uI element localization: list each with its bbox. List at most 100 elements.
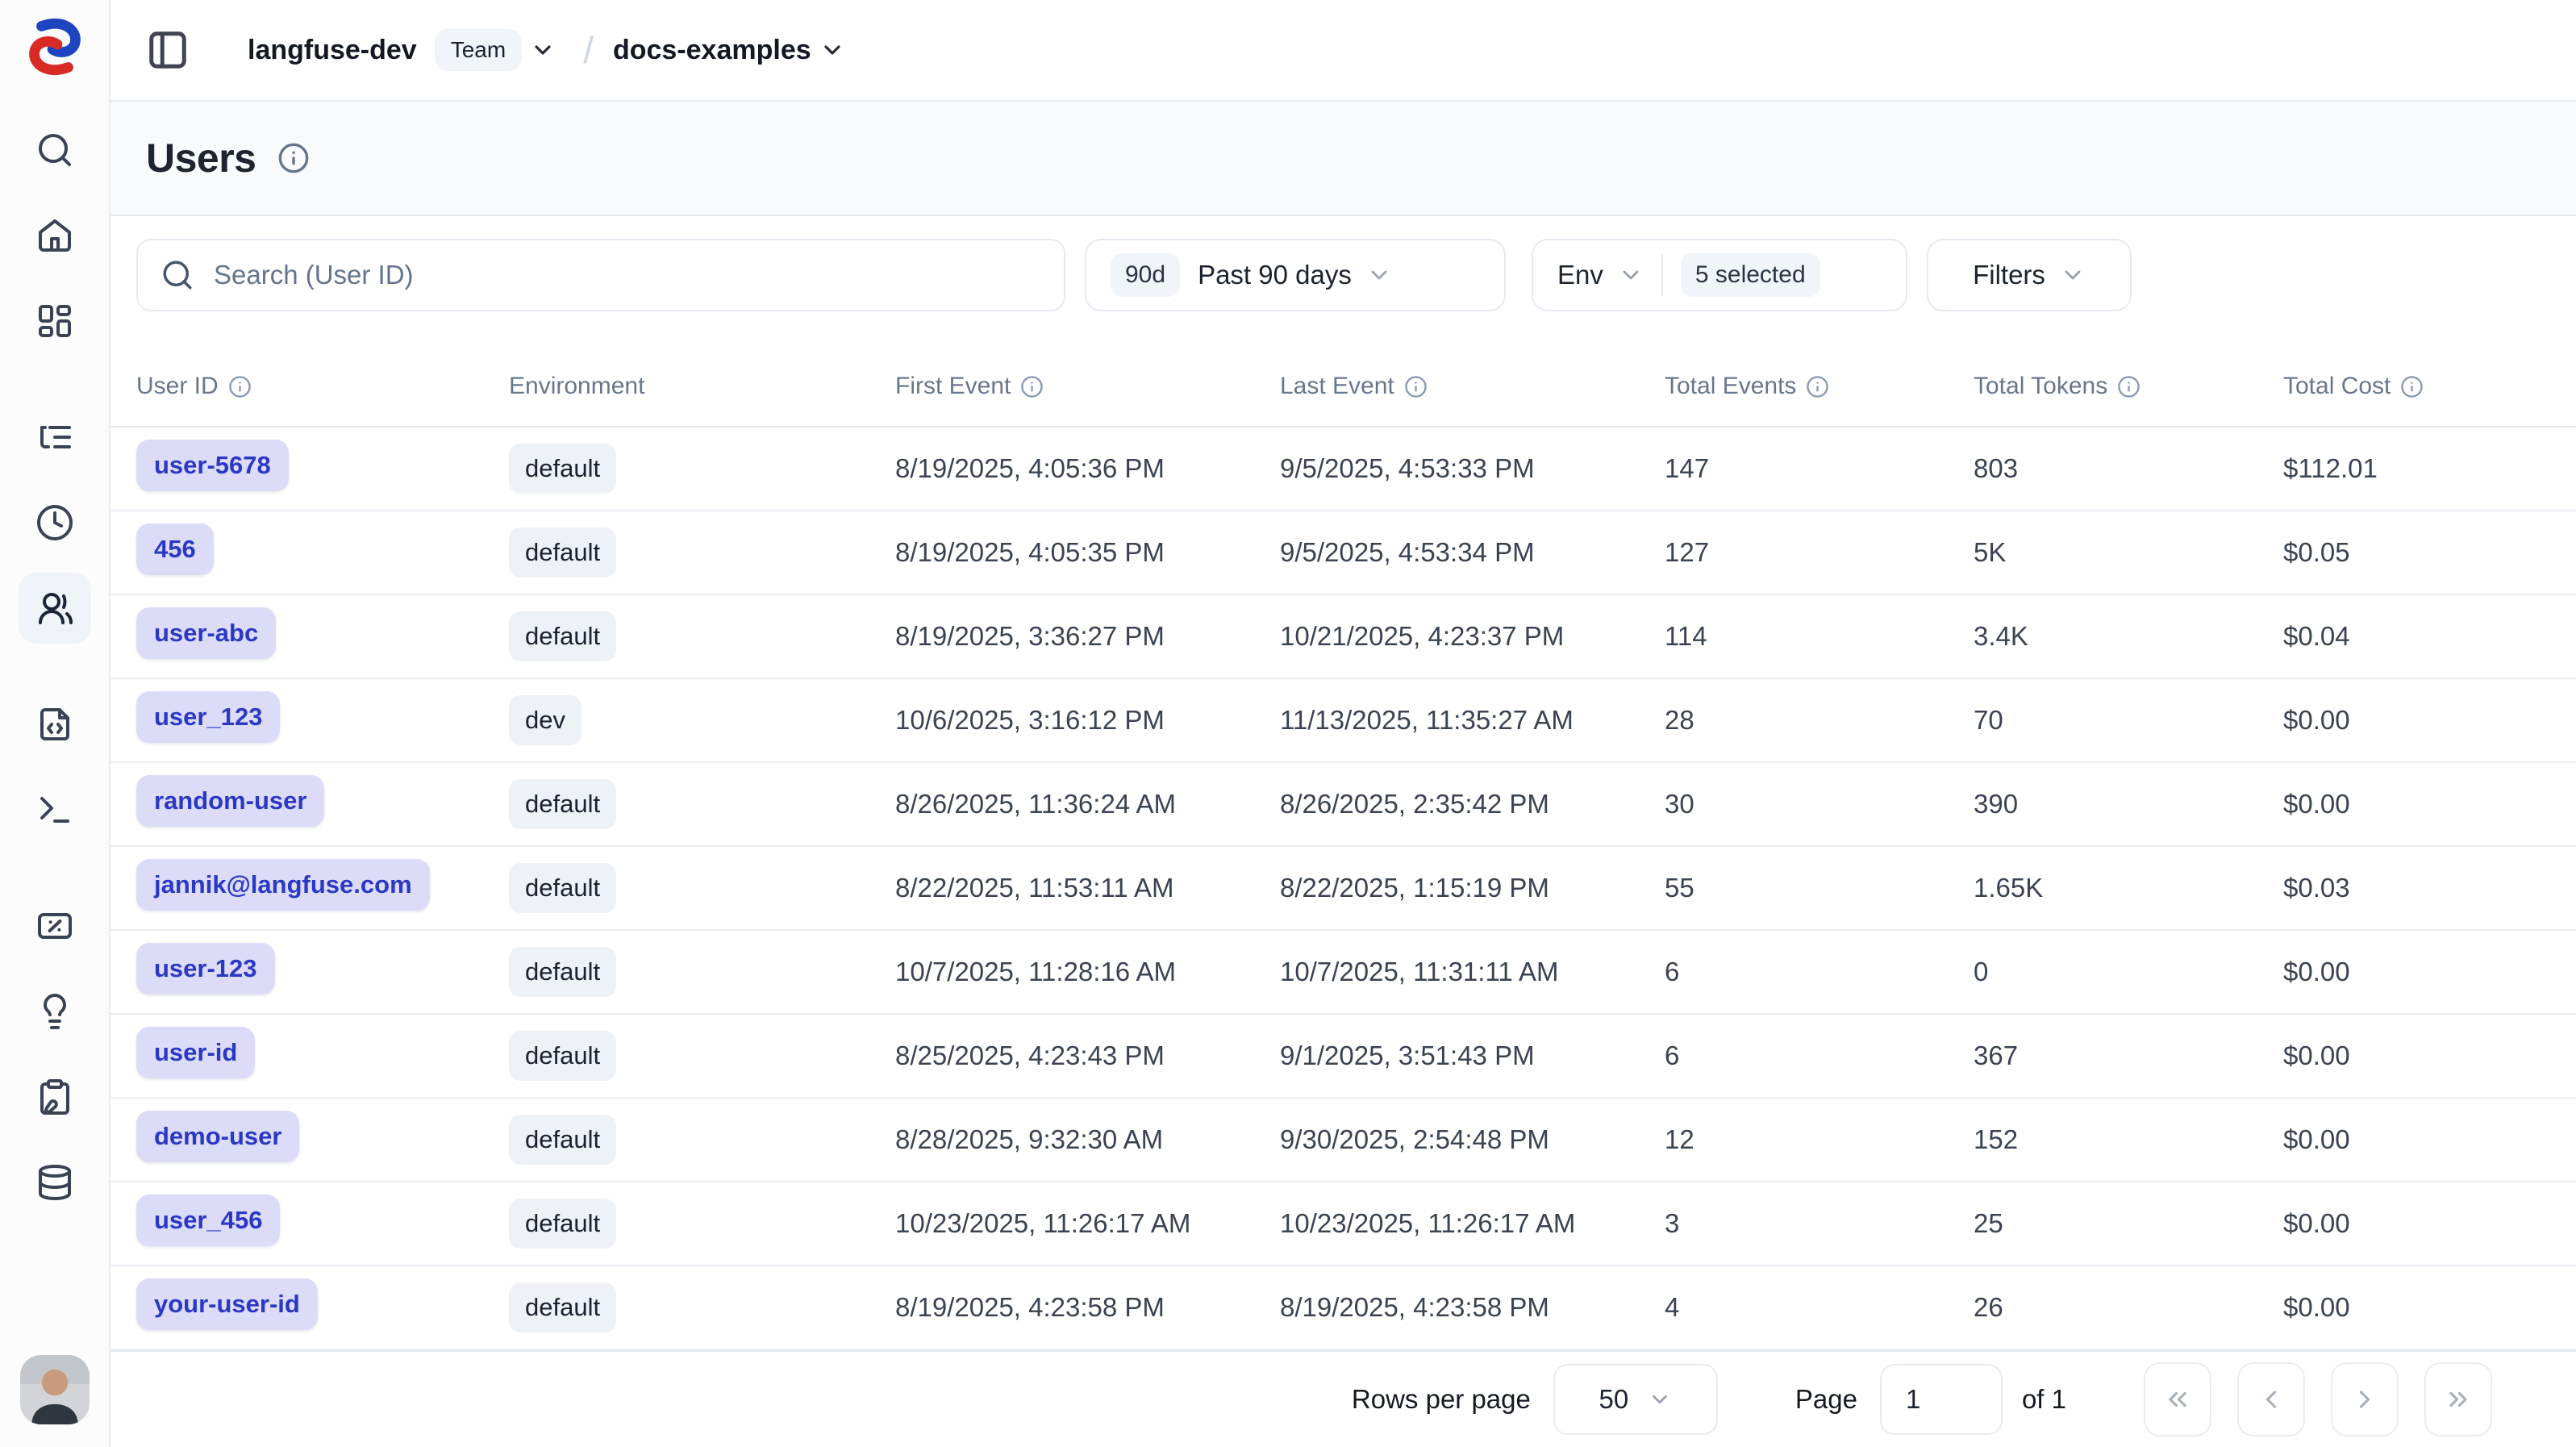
last-event-cell: 8/26/2025, 2:35:42 PM bbox=[1280, 789, 1665, 819]
column-header-label: Total Cost bbox=[2283, 373, 2391, 400]
column-header[interactable]: Total Tokens bbox=[1974, 373, 2283, 400]
column-header[interactable]: Total Events bbox=[1665, 373, 1974, 400]
date-range-button[interactable]: 90d Past 90 days bbox=[1085, 239, 1506, 311]
table-row[interactable]: your-user-id default 8/19/2025, 4:23:58 … bbox=[110, 1266, 2576, 1350]
org-switcher-button[interactable] bbox=[530, 37, 556, 63]
column-header-label: First Event bbox=[895, 373, 1011, 400]
filters-button[interactable]: Filters bbox=[1927, 239, 2132, 311]
org-name[interactable]: langfuse-dev bbox=[248, 35, 417, 66]
sidebar-item-users[interactable] bbox=[19, 573, 91, 644]
env-filter-button[interactable]: Env 5 selected bbox=[1532, 239, 1907, 311]
table-row[interactable]: user_123 dev 10/6/2025, 3:16:12 PM 11/13… bbox=[110, 679, 2576, 763]
previous-page-button[interactable] bbox=[2237, 1362, 2305, 1437]
environment-badge: default bbox=[509, 528, 616, 578]
user-id-badge[interactable]: demo-user bbox=[136, 1111, 299, 1162]
info-icon[interactable] bbox=[1806, 375, 1829, 398]
user-id-cell: demo-user bbox=[136, 1111, 509, 1169]
first-event-cell: 10/6/2025, 3:16:12 PM bbox=[895, 705, 1280, 736]
org-plan-badge: Team bbox=[435, 29, 522, 71]
user-id-badge[interactable]: jannik@langfuse.com bbox=[136, 859, 430, 911]
total-cost-cell: $0.00 bbox=[2283, 1040, 2550, 1071]
table-row[interactable]: user_456 default 10/23/2025, 11:26:17 AM… bbox=[110, 1182, 2576, 1266]
table-row[interactable]: jannik@langfuse.com default 8/22/2025, 1… bbox=[110, 847, 2576, 931]
sidebar-item-search[interactable] bbox=[19, 115, 91, 186]
info-icon[interactable] bbox=[1404, 375, 1428, 398]
total-events-cell: 4 bbox=[1665, 1292, 1974, 1323]
column-header-label: Total Events bbox=[1665, 373, 1796, 400]
info-icon[interactable] bbox=[228, 375, 252, 398]
info-icon[interactable] bbox=[2117, 375, 2140, 398]
total-cost-cell: $0.00 bbox=[2283, 789, 2550, 819]
sidebar-item-playground[interactable] bbox=[19, 774, 91, 845]
user-id-badge[interactable]: user-123 bbox=[136, 943, 275, 995]
first-event-cell: 8/19/2025, 3:36:27 PM bbox=[895, 621, 1280, 652]
environment-badge: default bbox=[509, 947, 616, 997]
sidebar-item-dashboards[interactable] bbox=[19, 286, 91, 357]
langfuse-logo[interactable] bbox=[24, 16, 85, 77]
user-id-badge[interactable]: your-user-id bbox=[136, 1278, 318, 1330]
user-avatar[interactable] bbox=[20, 1355, 90, 1424]
search-icon bbox=[160, 258, 194, 292]
user-id-badge[interactable]: user-id bbox=[136, 1027, 255, 1078]
first-page-button[interactable] bbox=[2144, 1362, 2211, 1437]
table-row[interactable]: user-123 default 10/7/2025, 11:28:16 AM … bbox=[110, 931, 2576, 1015]
rows-per-page-select[interactable]: 50 bbox=[1553, 1364, 1718, 1435]
sidebar-item-tracing[interactable] bbox=[19, 402, 91, 473]
last-page-button[interactable] bbox=[2424, 1362, 2492, 1437]
table-row[interactable]: user-id default 8/25/2025, 4:23:43 PM 9/… bbox=[110, 1015, 2576, 1099]
sidebar-item-datasets[interactable] bbox=[19, 1147, 91, 1218]
sidebar-item-prompts[interactable] bbox=[19, 689, 91, 760]
info-icon[interactable] bbox=[2400, 375, 2424, 398]
total-cost-cell: $0.00 bbox=[2283, 957, 2550, 987]
page-title-info-icon[interactable] bbox=[277, 142, 310, 174]
column-header[interactable]: First Event bbox=[895, 373, 1280, 400]
sidebar-item-sessions[interactable] bbox=[19, 487, 91, 558]
total-cost-cell: $0.00 bbox=[2283, 1292, 2550, 1323]
user-id-badge[interactable]: 456 bbox=[136, 523, 214, 575]
project-name[interactable]: docs-examples bbox=[613, 35, 811, 66]
column-header-label: Last Event bbox=[1280, 373, 1394, 400]
table-row[interactable]: 456 default 8/19/2025, 4:05:35 PM 9/5/20… bbox=[110, 511, 2576, 595]
column-header[interactable]: Last Event bbox=[1280, 373, 1665, 400]
user-id-badge[interactable]: user-5678 bbox=[136, 440, 289, 491]
sidebar-item-home[interactable] bbox=[19, 200, 91, 271]
sidebar-toggle-button[interactable] bbox=[146, 28, 190, 72]
info-icon[interactable] bbox=[1020, 375, 1044, 398]
user-id-badge[interactable]: random-user bbox=[136, 775, 324, 827]
column-header-label: User ID bbox=[136, 373, 219, 400]
user-id-badge[interactable]: user_123 bbox=[136, 691, 280, 743]
column-header[interactable]: User ID bbox=[136, 373, 509, 400]
environment-cell: default bbox=[509, 863, 895, 913]
total-events-cell: 6 bbox=[1665, 1040, 1974, 1071]
last-event-cell: 9/1/2025, 3:51:43 PM bbox=[1280, 1040, 1665, 1071]
sidebar-item-scores[interactable] bbox=[19, 890, 91, 961]
last-event-cell: 11/13/2025, 11:35:27 AM bbox=[1280, 705, 1665, 736]
user-id-cell: user_123 bbox=[136, 691, 509, 749]
sidebar-item-evaluation[interactable] bbox=[19, 976, 91, 1047]
sidebar-item-annotation[interactable] bbox=[19, 1061, 91, 1132]
next-page-button[interactable] bbox=[2331, 1362, 2399, 1437]
user-id-badge[interactable]: user-abc bbox=[136, 607, 276, 659]
table-row[interactable]: demo-user default 8/28/2025, 9:32:30 AM … bbox=[110, 1099, 2576, 1182]
table-row[interactable]: random-user default 8/26/2025, 11:36:24 … bbox=[110, 763, 2576, 847]
column-header[interactable]: Total Cost bbox=[2283, 373, 2550, 400]
environment-cell: default bbox=[509, 1031, 895, 1081]
user-id-badge[interactable]: user_456 bbox=[136, 1195, 280, 1246]
last-event-cell: 8/22/2025, 1:15:19 PM bbox=[1280, 873, 1665, 903]
file-code-icon bbox=[35, 705, 74, 744]
project-switcher-button[interactable] bbox=[819, 37, 845, 63]
search-input[interactable] bbox=[214, 260, 1041, 290]
table-row[interactable]: user-5678 default 8/19/2025, 4:05:36 PM … bbox=[110, 427, 2576, 511]
total-cost-cell: $0.00 bbox=[2283, 705, 2550, 736]
page-count-label: of 1 bbox=[2022, 1384, 2066, 1415]
column-header[interactable]: Environment bbox=[509, 373, 895, 400]
page-number-input[interactable] bbox=[1880, 1364, 2003, 1435]
table-row[interactable]: user-abc default 8/19/2025, 3:36:27 PM 1… bbox=[110, 595, 2576, 679]
environment-cell: default bbox=[509, 947, 895, 997]
clipboard-pen-icon bbox=[35, 1078, 74, 1116]
total-tokens-cell: 367 bbox=[1974, 1040, 2283, 1071]
first-event-cell: 8/26/2025, 11:36:24 AM bbox=[895, 789, 1280, 819]
column-header-label: Environment bbox=[509, 373, 644, 400]
first-event-cell: 10/7/2025, 11:28:16 AM bbox=[895, 957, 1280, 987]
total-tokens-cell: 70 bbox=[1974, 705, 2283, 736]
